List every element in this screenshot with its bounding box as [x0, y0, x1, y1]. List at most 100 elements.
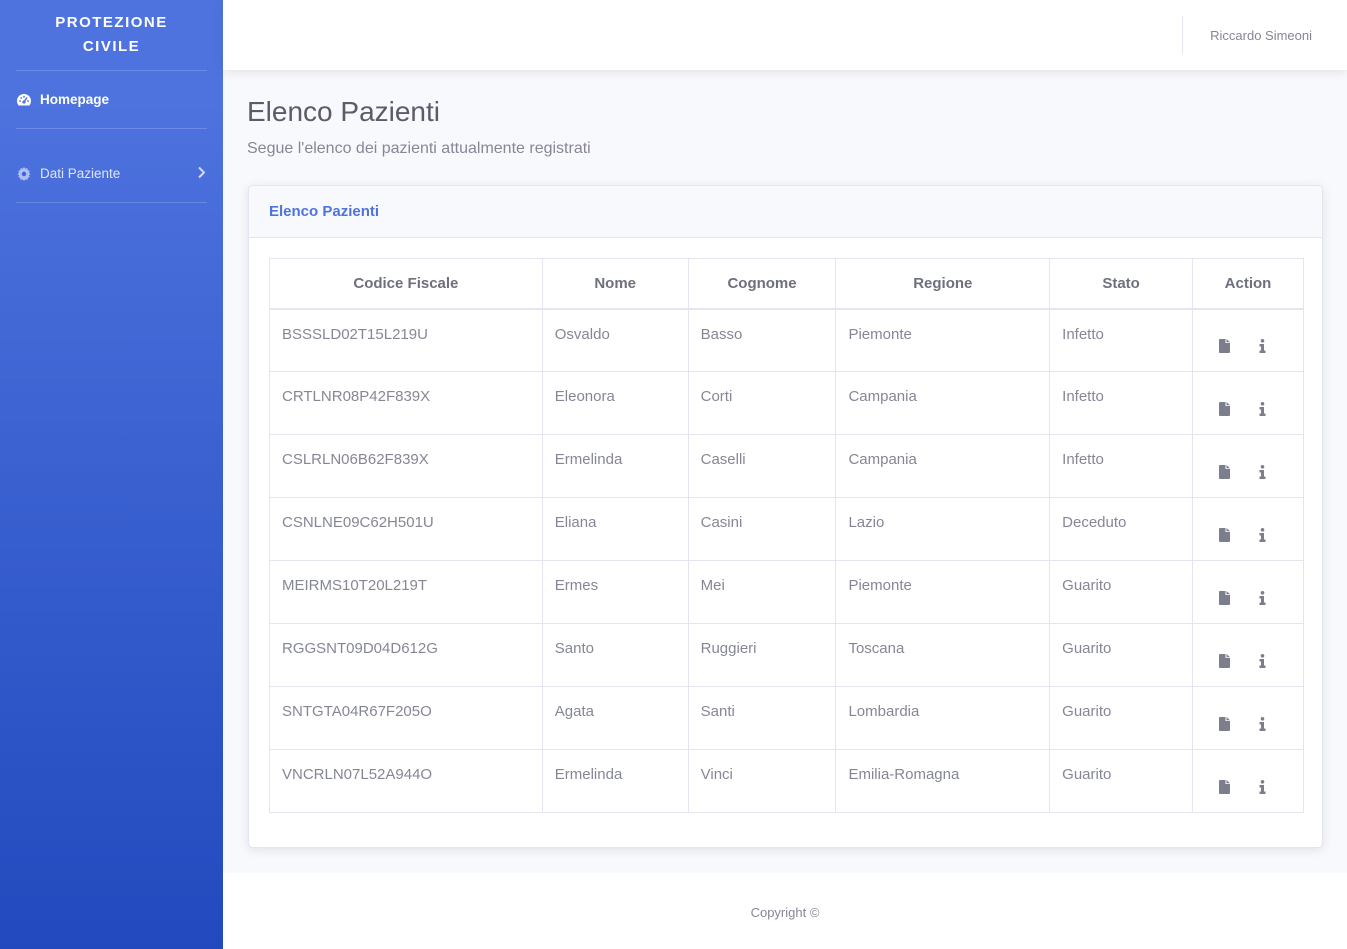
- cell-action: [1192, 308, 1304, 372]
- info-icon[interactable]: [1255, 653, 1269, 669]
- info-icon[interactable]: [1255, 464, 1269, 480]
- table-row: MEIRMS10T20L219T Ermes Mei Piemonte Guarito: [269, 560, 1304, 624]
- cell-codice-fiscale: BSSSLD02T15L219U: [269, 308, 543, 372]
- cell-stato: Deceduto: [1049, 497, 1194, 561]
- table-row: VNCRLN07L52A944O Ermelinda Vinci Emilia-Rom…: [269, 749, 1304, 813]
- cell-nome: Santo: [541, 623, 689, 687]
- cell-codice-fiscale: MEIRMS10T20L219T: [269, 560, 543, 624]
- cell-codice-fiscale: SNTGTA04R67F205O: [269, 686, 543, 750]
- brand-line-1: PROTEZIONE: [55, 14, 168, 31]
- cell-regione: Lazio: [835, 497, 1051, 561]
- cell-stato: Infetto: [1049, 308, 1194, 372]
- cell-regione: Toscana: [835, 623, 1051, 687]
- patients-card: Elenco Pazienti Codice Fiscale Nome Cogn…: [248, 185, 1323, 848]
- cell-action: [1192, 434, 1304, 498]
- cell-action: [1192, 623, 1304, 687]
- topbar: Riccardo Simeoni: [223, 0, 1347, 70]
- cell-action: [1192, 560, 1304, 624]
- cell-nome: Ermes: [541, 560, 689, 624]
- topbar-divider: [1182, 16, 1183, 54]
- sidebar-item-homepage[interactable]: Homepage: [0, 71, 223, 128]
- cell-stato: Guarito: [1049, 560, 1194, 624]
- cell-codice-fiscale: RGGSNT09D04D612G: [269, 623, 543, 687]
- cell-nome: Agata: [541, 686, 689, 750]
- cell-action: [1192, 749, 1304, 813]
- patients-table: Codice Fiscale Nome Cognome Regione Stat…: [269, 258, 1304, 813]
- cell-stato: Guarito: [1049, 623, 1194, 687]
- file-icon[interactable]: [1217, 653, 1231, 669]
- cell-nome: Ermelinda: [541, 434, 689, 498]
- cell-stato: Infetto: [1049, 434, 1194, 498]
- page-title: Elenco Pazienti: [247, 96, 441, 127]
- cell-nome: Osvaldo: [541, 308, 689, 372]
- info-icon[interactable]: [1255, 590, 1269, 606]
- table-row: CSLRLN06B62F839X Ermelinda Caselli Campania…: [269, 434, 1304, 498]
- cell-regione: Emilia-Romagna: [835, 749, 1051, 813]
- cell-regione: Campania: [835, 434, 1051, 498]
- column-header[interactable]: Codice Fiscale: [269, 258, 543, 310]
- info-icon[interactable]: [1255, 779, 1269, 795]
- cell-codice-fiscale: CSLRLN06B62F839X: [269, 434, 543, 498]
- cell-cognome: Vinci: [687, 749, 837, 813]
- file-icon[interactable]: [1217, 464, 1231, 480]
- column-header[interactable]: Stato: [1049, 258, 1194, 310]
- cell-stato: Guarito: [1049, 749, 1194, 813]
- file-icon[interactable]: [1217, 779, 1231, 795]
- gear-icon: [16, 166, 32, 182]
- column-header[interactable]: Nome: [541, 258, 689, 310]
- cell-nome: Eliana: [541, 497, 689, 561]
- cell-action: [1192, 371, 1304, 435]
- column-header: Action: [1192, 258, 1304, 310]
- table-row: SNTGTA04R67F205O Agata Santi Lombardia Guari…: [269, 686, 1304, 750]
- column-header[interactable]: Cognome: [687, 258, 837, 310]
- card-title: Elenco Pazienti: [269, 203, 380, 220]
- cell-cognome: Santi: [687, 686, 837, 750]
- cell-action: [1192, 686, 1304, 750]
- chevron-right-icon: [197, 166, 206, 181]
- footer: Copyright ©: [223, 873, 1347, 949]
- user-menu[interactable]: Riccardo Simeoni: [1210, 0, 1312, 70]
- cell-codice-fiscale: CSNLNE09C62H501U: [269, 497, 543, 561]
- file-icon[interactable]: [1217, 401, 1231, 417]
- file-icon[interactable]: [1217, 716, 1231, 732]
- info-icon[interactable]: [1255, 338, 1269, 354]
- page-subtitle: Segue l'elenco dei pazienti attualmente …: [247, 140, 591, 157]
- table-row: CSNLNE09C62H501U Eliana Casini Lazio Decedut…: [269, 497, 1304, 561]
- cell-cognome: Mei: [687, 560, 837, 624]
- brand-line-2: CIVILE: [82, 38, 141, 55]
- info-icon[interactable]: [1255, 401, 1269, 417]
- cell-regione: Lombardia: [835, 686, 1051, 750]
- tachometer-icon: [16, 92, 32, 108]
- cell-cognome: Casini: [687, 497, 837, 561]
- table-header-row: Codice Fiscale Nome Cognome Regione Stat…: [269, 258, 1304, 310]
- copyright-text: Copyright ©: [750, 905, 820, 920]
- file-icon[interactable]: [1217, 527, 1231, 543]
- card-header: Elenco Pazienti: [249, 186, 1322, 238]
- file-icon[interactable]: [1217, 338, 1231, 354]
- cell-codice-fiscale: CRTLNR08P42F839X: [269, 371, 543, 435]
- sidebar-item-label: Dati Paziente: [40, 166, 121, 181]
- cell-action: [1192, 497, 1304, 561]
- cell-stato: Guarito: [1049, 686, 1194, 750]
- info-icon[interactable]: [1255, 716, 1269, 732]
- sidebar: PROTEZIONE CIVILE Homepage Dati Paziente: [0, 0, 223, 949]
- sidebar-item-dati-paziente[interactable]: Dati Paziente: [0, 145, 223, 202]
- cell-cognome: Ruggieri: [687, 623, 837, 687]
- sidebar-brand[interactable]: PROTEZIONE CIVILE: [0, 0, 223, 70]
- table-row: RGGSNT09D04D612G Santo Ruggieri Toscana Guar…: [269, 623, 1304, 687]
- cell-nome: Eleonora: [541, 371, 689, 435]
- table-row: BSSSLD02T15L219U Osvaldo Basso Piemonte Infe…: [269, 308, 1304, 372]
- file-icon[interactable]: [1217, 590, 1231, 606]
- sidebar-item-label: Homepage: [40, 92, 110, 107]
- column-header[interactable]: Regione: [835, 258, 1051, 310]
- cell-regione: Piemonte: [835, 308, 1051, 372]
- cell-stato: Infetto: [1049, 371, 1194, 435]
- table-row: CRTLNR08P42F839X Eleonora Corti Campania Inf…: [269, 371, 1304, 435]
- cell-regione: Campania: [835, 371, 1051, 435]
- cell-codice-fiscale: VNCRLN07L52A944O: [269, 749, 543, 813]
- sidebar-divider: [16, 202, 207, 203]
- cell-nome: Ermelinda: [541, 749, 689, 813]
- cell-regione: Piemonte: [835, 560, 1051, 624]
- info-icon[interactable]: [1255, 527, 1269, 543]
- cell-cognome: Caselli: [687, 434, 837, 498]
